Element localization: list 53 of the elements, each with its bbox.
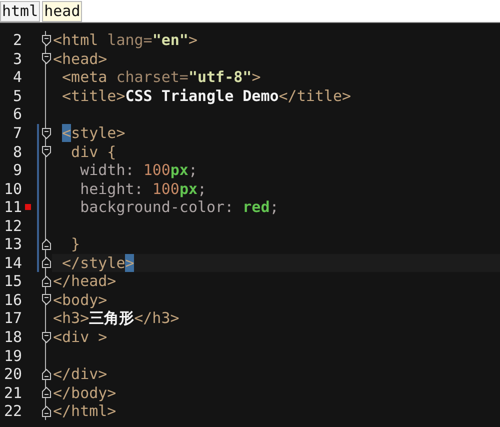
fold-end-icon[interactable]	[42, 368, 50, 381]
code-line: <meta charset="utf-8">	[61, 68, 261, 86]
fold-end-icon[interactable]	[42, 256, 50, 270]
line-number: 15	[2, 272, 22, 290]
breadcrumb-item[interactable]: head	[42, 0, 82, 22]
line-number: 19	[2, 346, 22, 365]
line-number: 13	[2, 235, 22, 254]
line-number: 11	[2, 198, 22, 216]
code-line: </div>	[53, 365, 108, 384]
line-number: 22	[2, 402, 22, 420]
line-number: 20	[2, 365, 22, 384]
fold-collapse-icon[interactable]	[42, 293, 50, 306]
line-number: 10	[2, 180, 22, 198]
fold-end-icon[interactable]	[42, 386, 50, 400]
line-number: 5	[12, 86, 22, 105]
line-number: 16	[2, 290, 22, 309]
code-line: <head>	[53, 50, 108, 68]
code-line: height: 100px;	[79, 180, 207, 198]
line-number: 18	[2, 328, 22, 346]
line-number: 8	[12, 142, 22, 161]
fold-collapse-icon[interactable]	[42, 126, 50, 140]
code-line: <div >	[53, 328, 108, 346]
fold-collapse-icon[interactable]	[42, 34, 50, 47]
code-line: <h3>三角形</h3>	[53, 309, 180, 328]
line-number: 12	[2, 216, 22, 235]
code-line: <title>CSS Triangle Demo</title>	[61, 86, 352, 105]
fold-end-icon[interactable]	[42, 274, 50, 288]
code-line: <html lang="en">	[53, 31, 198, 50]
fold-end-icon[interactable]	[42, 238, 50, 251]
code-line: </head>	[53, 272, 116, 290]
code-line: </style>	[61, 254, 134, 272]
code-line: background-color: red;	[79, 198, 279, 216]
line-number: 21	[2, 384, 22, 402]
code-line: }	[70, 235, 80, 254]
line-number: 14	[2, 254, 22, 272]
code-line: div {	[70, 142, 116, 161]
breadcrumb-item[interactable]: html	[0, 0, 40, 22]
line-number: 17	[2, 309, 22, 328]
fold-collapse-icon[interactable]	[42, 145, 50, 158]
fold-collapse-icon[interactable]	[42, 330, 50, 344]
line-number: 2	[12, 31, 22, 50]
code-line: <style>	[61, 124, 126, 142]
code-line: width: 100px;	[79, 161, 198, 180]
code-line: </body>	[53, 384, 116, 402]
line-number: 7	[12, 124, 22, 142]
code-line: </html>	[53, 402, 116, 420]
code-line: <body>	[53, 290, 108, 309]
fold-collapse-icon[interactable]	[42, 52, 50, 66]
line-number: 9	[12, 161, 22, 180]
fold-end-icon[interactable]	[42, 404, 50, 418]
line-number: 3	[12, 50, 22, 68]
line-number: 4	[12, 68, 22, 86]
line-number: 6	[12, 105, 22, 124]
